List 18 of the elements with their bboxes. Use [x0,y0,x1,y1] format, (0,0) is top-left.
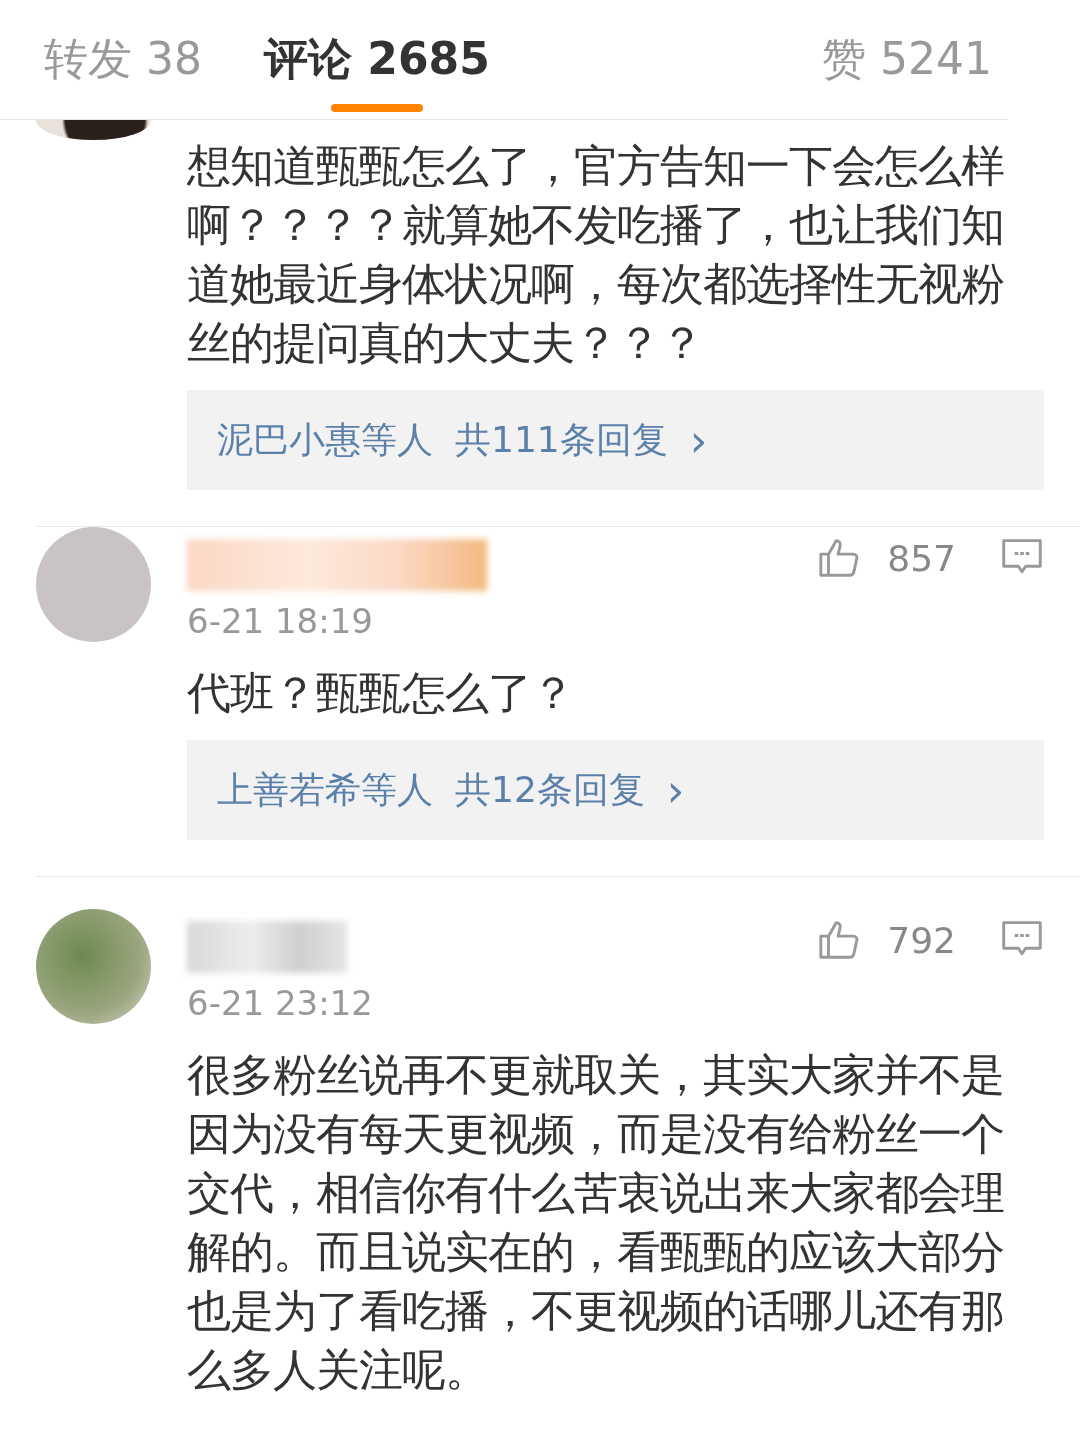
like-count: 857 [887,537,956,579]
comment-time: 6-21 18:19 [187,601,374,641]
chevron-icon: › [689,414,708,466]
replies-link[interactable]: 上善若希等人 共12条回复 › [187,740,1044,840]
reply-count: 共12条回复 [455,767,645,812]
chevron-icon: › [666,764,685,816]
tab[interactable]: 赞 5241 [822,0,992,120]
tab[interactable]: 评论 2685 [264,0,490,120]
tab[interactable]: 转发 38 [44,0,202,120]
reply-names: 上善若希等人 [217,767,433,812]
comment-text: 代班？甄甄怎么了？ [187,666,575,720]
comment-text: 很多粉丝说再不更就取关，其实大家并不是因为没有每天更视频，而是没有给粉丝一个交代，相信你有什么苦衷说出来大家都会理解的。而且说实在的，看甄甄的应该大部分也是为了看吃播，不更视频的话哪儿还有那么多人关注呢。 [187,1048,1005,1397]
like-count: 792 [887,919,956,961]
reply-names: 泥巴小惠等人 [217,417,433,462]
comment-time: 6-21 23:12 [187,983,373,1023]
reply-count: 共111条回复 [455,417,668,462]
comment-text: 想知道甄甄怎么了，官方告知一下会怎么样啊？？？？就算她不发吃播了，也让我们知道她最近身体状况啊，每次都选择性无视粉丝的提问真的大丈夫？？？ [187,139,1005,370]
replies-link[interactable]: 泥巴小惠等人 共111条回复 › [187,390,1044,490]
